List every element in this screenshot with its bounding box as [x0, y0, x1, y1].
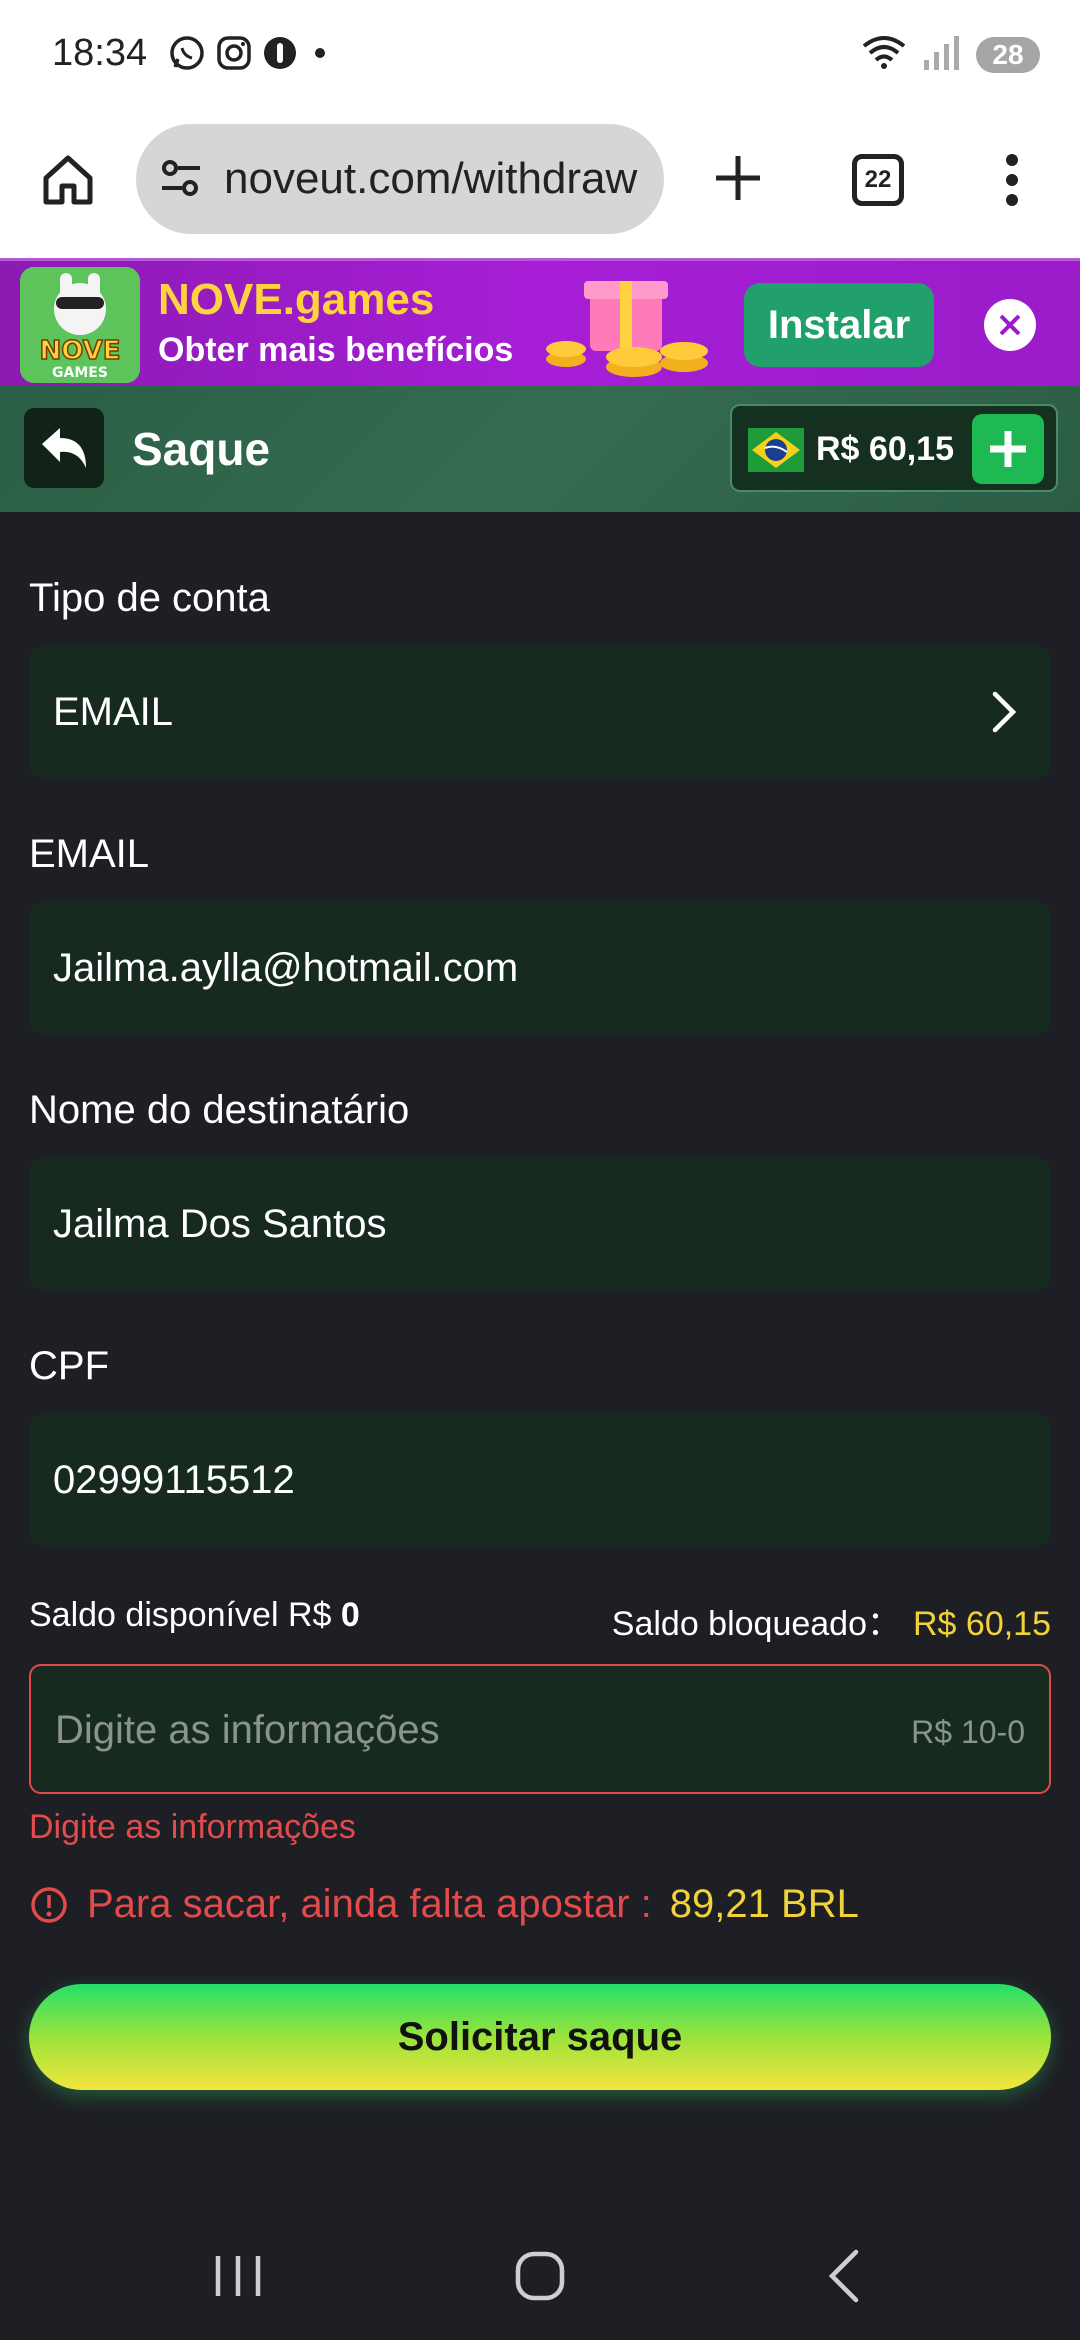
account-type-value: EMAIL: [53, 690, 174, 734]
site-settings-icon[interactable]: [156, 154, 206, 204]
cpf-value: 02999115512: [53, 1458, 295, 1502]
gift-coins-icon: [544, 267, 716, 383]
back-button[interactable]: [24, 408, 104, 488]
amount-error-message: Digite as informações: [29, 1808, 356, 1846]
address-bar[interactable]: noveut.com/withdraw: [136, 124, 664, 234]
page-header: Saque R$ 60,15: [0, 386, 1080, 512]
email-field[interactable]: Jailma.aylla@hotmail.com: [29, 902, 1051, 1034]
brazil-flag-icon: [748, 422, 804, 478]
available-balance-label: Saldo disponível R$: [29, 1596, 332, 1634]
amount-placeholder: Digite as informações: [55, 1708, 440, 1752]
account-type-label: Tipo de conta: [29, 576, 270, 620]
email-label: EMAIL: [29, 832, 150, 876]
install-promo-banner: NOVE GAMES NOVE.games Obter mais benefíc…: [0, 258, 1080, 386]
more-menu-icon[interactable]: [996, 148, 1028, 212]
balance-amount: R$ 60,15: [816, 430, 954, 468]
svg-text:NOVE: NOVE: [39, 336, 120, 366]
available-balance: Saldo disponível R$ 0: [29, 1596, 360, 1635]
signal-icon: [922, 32, 962, 77]
email-value: Jailma.aylla@hotmail.com: [53, 946, 519, 990]
promo-subtitle: Obter mais benefícios: [158, 331, 514, 369]
account-type-select[interactable]: EMAIL: [29, 646, 1051, 778]
whatsapp-icon: [168, 34, 206, 77]
request-withdraw-button[interactable]: Solicitar saque: [29, 1984, 1051, 2090]
blocked-balance-value: R$ 60,15: [913, 1605, 1051, 1643]
notification-icons: [168, 34, 332, 77]
instagram-icon: [216, 35, 252, 76]
promo-title: NOVE.games: [158, 275, 435, 324]
recipient-name-label: Nome do destinatário: [29, 1088, 410, 1132]
status-bar: 18:34 28: [0, 0, 1080, 112]
page-title: Saque: [132, 423, 271, 475]
system-nav-bar: [0, 2200, 1080, 2340]
deposit-plus-button[interactable]: [972, 414, 1044, 484]
back-nav-icon[interactable]: [826, 2248, 862, 2304]
status-right: 28: [860, 32, 1040, 77]
install-button[interactable]: Instalar: [744, 283, 934, 367]
balance-display[interactable]: R$ 60,15: [730, 404, 1058, 492]
nove-games-logo: NOVE GAMES: [20, 267, 140, 383]
back-arrow-icon: [42, 428, 86, 468]
withdraw-amount-input[interactable]: Digite as informações R$ 10-0: [29, 1664, 1051, 1794]
blocked-balance: Saldo bloqueado： R$ 60,15: [612, 1596, 1051, 1645]
wager-requirement-warning: Para sacar, ainda falta apostar : 89,21 …: [29, 1882, 859, 1927]
home-nav-icon[interactable]: [514, 2250, 566, 2302]
new-tab-icon[interactable]: [706, 146, 770, 210]
url-text[interactable]: noveut.com/withdraw: [224, 154, 654, 204]
home-icon[interactable]: [36, 148, 100, 212]
recents-icon[interactable]: [210, 2252, 266, 2300]
blocked-balance-label: Saldo bloqueado：: [611, 1605, 901, 1643]
browser-toolbar: noveut.com/withdraw 22: [0, 112, 1080, 258]
chevron-right-icon: [989, 688, 1019, 736]
app-notification-icon: [262, 35, 298, 76]
alert-circle-icon: [31, 1886, 67, 1923]
warning-text: Para sacar, ainda falta apostar :: [87, 1882, 652, 1926]
more-notifications-dot: [308, 35, 332, 76]
warning-amount: 89,21 BRL: [669, 1882, 859, 1926]
cpf-label: CPF: [29, 1344, 109, 1388]
available-balance-value: 0: [340, 1596, 360, 1634]
cpf-field[interactable]: 02999115512: [29, 1414, 1051, 1546]
recipient-name-value: Jailma Dos Santos: [53, 1202, 387, 1246]
recipient-name-field[interactable]: Jailma Dos Santos: [29, 1158, 1051, 1290]
close-icon[interactable]: [984, 299, 1036, 351]
battery-indicator: 28: [976, 36, 1040, 73]
amount-range: R$ 10-0: [911, 1714, 1025, 1750]
svg-text:GAMES: GAMES: [52, 365, 108, 381]
status-time: 18:34: [52, 32, 148, 74]
tab-switcher-button[interactable]: 22: [852, 154, 904, 206]
wifi-icon: [860, 32, 908, 77]
